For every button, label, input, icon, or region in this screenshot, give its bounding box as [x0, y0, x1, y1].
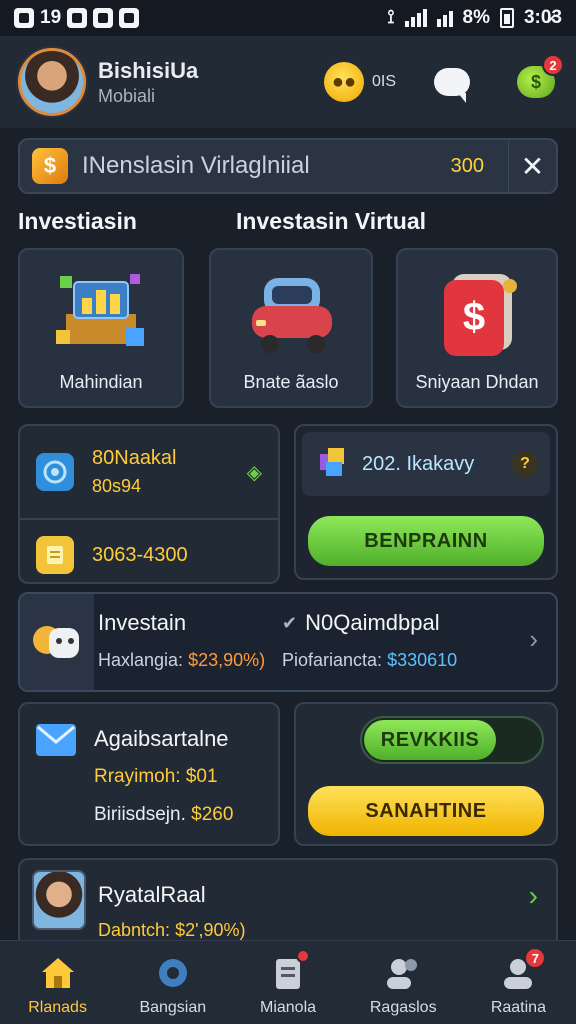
home-icon: [38, 953, 78, 993]
dollar-wallet-icon: $: [422, 264, 532, 364]
benpraninn-button[interactable]: BENPRAINN: [308, 516, 544, 566]
toggle-track[interactable]: REVKKIIS: [360, 716, 544, 764]
document-icon: [268, 949, 310, 993]
banner-text: INenslasin Virlaglniial: [82, 152, 310, 179]
chat-button[interactable]: [430, 62, 474, 103]
chat-bubble-icon: [434, 68, 470, 103]
investment-left-value: $23,90%): [188, 650, 266, 670]
divider: [20, 518, 278, 520]
building-blocks-icon: [46, 264, 156, 364]
battery-icon: [499, 8, 514, 28]
sun-cat-icon: [20, 594, 94, 690]
status-bar: 19 ⟟ 8% 3:0̷3: [0, 0, 576, 36]
chevron-right-icon[interactable]: ›: [529, 624, 538, 655]
tab-profile[interactable]: 7 Raatina: [461, 941, 576, 1024]
app-notification-icon: [93, 8, 114, 28]
user-subtitle: Mobiali: [98, 85, 156, 106]
user-name: BishisiUa: [98, 57, 199, 83]
message-line2-label: Biriisdsejn.: [94, 804, 186, 825]
status-left-text: 19: [40, 7, 62, 28]
check-icon: ✔: [282, 612, 298, 633]
coupon-icon: [36, 536, 74, 574]
sanahtine-button[interactable]: SANAHTINE: [308, 786, 544, 836]
tab-settings[interactable]: Bangsian: [115, 941, 230, 1024]
dollar-coin-icon: $: [32, 148, 68, 184]
profile-title: RyatalRaal: [98, 882, 206, 907]
user-info: BishisiUa Mobiali: [98, 58, 198, 107]
message-line2-value: $260: [191, 804, 234, 825]
investment-title: Investain: [98, 610, 187, 635]
profile-value: $2',90%): [175, 920, 246, 940]
notification-icon: [14, 8, 34, 28]
tab-label: Ragaslos: [369, 999, 437, 1016]
investment-card[interactable]: Investain Haxlangia: $23,90%) ✔ N0Qaimdb…: [18, 592, 558, 692]
message-title: Agaibsartalne: [94, 726, 229, 751]
stat-value-2: 3063-4300: [92, 543, 188, 566]
close-icon[interactable]: ✕: [508, 140, 556, 192]
tab-documents[interactable]: Mianola: [230, 941, 345, 1024]
section-title-virtual: Investasin Virtual: [236, 208, 427, 234]
banner-value: 300: [450, 154, 484, 177]
section-title-investasin: Investiasin: [18, 208, 137, 234]
battery-percent: 8%: [462, 7, 490, 28]
app-notification-icon: [67, 8, 88, 28]
tab-label: Bangsian: [139, 999, 207, 1016]
notification-badge: 2: [542, 54, 564, 76]
category-label: Bnate ãaslo: [243, 372, 339, 392]
virtual-investment-banner[interactable]: $ INenslasin Virlaglniial 300 ✕: [18, 138, 558, 194]
tab-label: Mianola: [259, 999, 317, 1016]
message-panel[interactable]: Agaibsartalne Rrayimoh: $01 Biriisdsejn.…: [18, 702, 280, 846]
category-label: Sniyaan Dhdan: [415, 372, 539, 392]
stat-title: 80Naakal: [92, 447, 177, 469]
signal-icon: [404, 9, 427, 27]
profile-card[interactable]: RyatalRaal Dabntch: $2',90%) ›: [18, 858, 558, 940]
app-notification-icon: [119, 8, 140, 28]
mail-icon: [36, 724, 76, 756]
info-icon[interactable]: ?: [512, 451, 538, 477]
people-icon: [383, 953, 423, 993]
stats-panel[interactable]: 80Naakal 80s94 ◈ 3063-4300: [18, 424, 280, 584]
target-icon: [36, 453, 74, 491]
car-icon: [236, 264, 346, 364]
actions-panel: REVKKIIS SANAHTINE: [294, 702, 558, 846]
category-card-2[interactable]: Bnate ãaslo: [209, 248, 373, 408]
stat-value: 80s94: [92, 476, 142, 496]
gear-icon: [153, 953, 193, 993]
emoji-face-icon[interactable]: ●●: [324, 62, 364, 102]
reward-panel[interactable]: 202. Ikakavy ? BENPRAINN: [294, 424, 558, 580]
investment-right-title: N0Qaimdbpal: [305, 610, 440, 635]
message-line1-label: Rrayimoh:: [94, 766, 181, 787]
tab-home[interactable]: Rlanads: [0, 941, 115, 1024]
category-card-1[interactable]: Mahindian: [18, 248, 184, 408]
tab-label: Raatina: [490, 999, 546, 1016]
category-card-3[interactable]: $ Sniyaan Dhdan: [396, 248, 558, 408]
profile-avatar: [32, 870, 86, 930]
tab-social[interactable]: Ragaslos: [346, 941, 461, 1024]
chevron-right-icon[interactable]: ›: [529, 880, 538, 912]
message-line1-value: $01: [185, 766, 218, 787]
rewards-button[interactable]: $ 2: [514, 54, 564, 102]
app-header: BishisiUa Mobiali ●● 0IS $ 2: [0, 36, 576, 128]
investment-left-label: Haxlangia:: [98, 650, 184, 670]
investment-right-label: Piofariancta:: [282, 650, 383, 670]
notification-badge: 7: [524, 947, 547, 969]
svg-text:$: $: [463, 295, 485, 339]
profile-label: Dabntch:: [98, 920, 171, 940]
investment-right-value: $330610: [387, 650, 458, 670]
notification-dot: [296, 949, 310, 963]
avatar[interactable]: [18, 48, 86, 116]
bottom-tab-bar: Rlanads Bangsian Mianola Ragaslos 7 Raat…: [0, 940, 576, 1024]
header-count: 0IS: [372, 73, 397, 90]
wifi-signal-icon: [436, 9, 453, 27]
reward-title: 202. Ikakavy: [362, 452, 475, 475]
cube-icon: [314, 444, 350, 485]
alarm-icon: ⟟: [387, 7, 395, 28]
clock: 3:0̷3: [523, 7, 562, 28]
tab-label: Rlanads: [28, 999, 87, 1016]
revkkiis-button[interactable]: REVKKIIS: [364, 720, 496, 760]
diamond-icon: ◈: [246, 461, 262, 484]
category-label: Mahindian: [59, 372, 143, 392]
profile-icon: 7: [498, 947, 547, 993]
